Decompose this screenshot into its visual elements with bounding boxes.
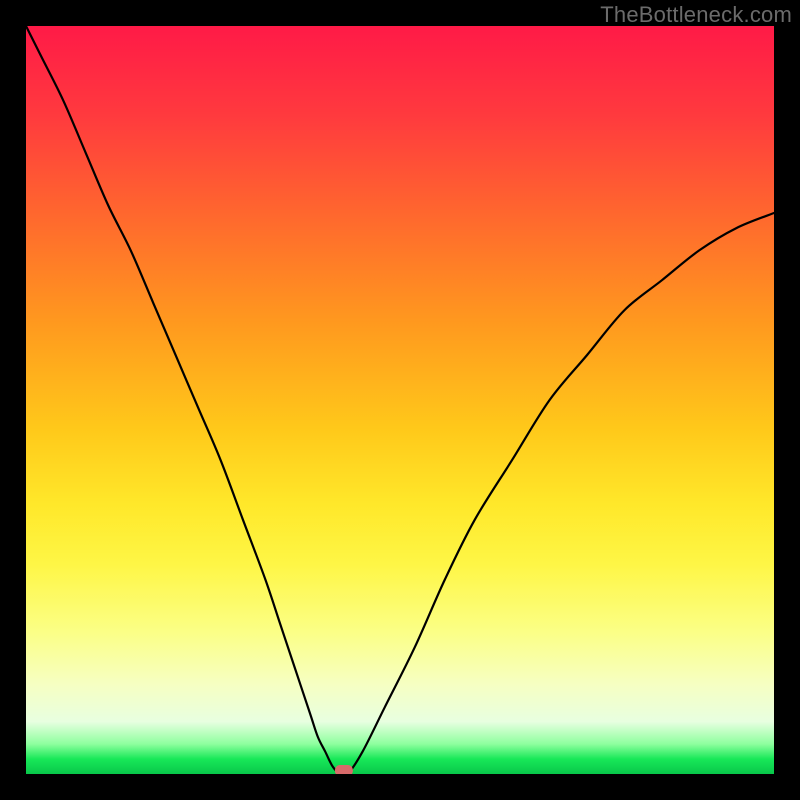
chart-frame: TheBottleneck.com	[0, 0, 800, 800]
watermark-text: TheBottleneck.com	[600, 2, 792, 28]
curve-svg	[26, 26, 774, 774]
bottleneck-curve	[26, 26, 774, 774]
plot-area	[26, 26, 774, 774]
minimum-marker	[335, 765, 353, 774]
